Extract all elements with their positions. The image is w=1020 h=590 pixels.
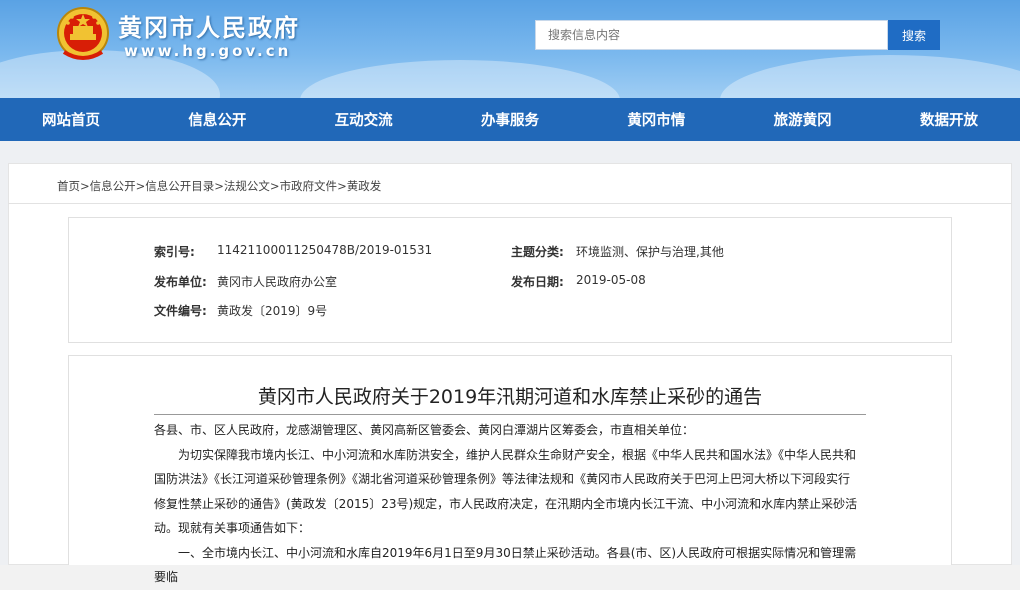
nav-item-open-data[interactable]: 数据开放 xyxy=(920,109,978,130)
article-title: 黄冈市人民政府关于2019年汛期河道和水库禁止采砂的通告 xyxy=(257,386,763,408)
main-nav: 网站首页 信息公开 互动交流 办事服务 黄冈市情 旅游黄冈 数据开放 xyxy=(0,98,1020,141)
index-value: 11421100011250478B/2019-01531 xyxy=(217,243,433,257)
nav-item-info-disclosure[interactable]: 信息公开 xyxy=(188,109,246,130)
site-url: www.hg.gov.cn xyxy=(124,42,292,60)
site-title: 黄冈市人民政府 xyxy=(118,14,300,42)
breadcrumb-regulations[interactable]: 法规公文 xyxy=(224,179,270,193)
article-paragraph: 一、全市境内长江、中小河流和水库自2019年6月1日至9月30日禁止采砂活动。各… xyxy=(154,545,857,585)
article-paragraph: 修复性禁止采砂的通告》(黄政发〔2015〕23号)规定，市人民政府决定，在汛期内… xyxy=(154,496,858,511)
national-emblem-icon xyxy=(57,7,109,60)
nav-item-tourism[interactable]: 旅游黄冈 xyxy=(774,109,832,130)
cloud-decoration xyxy=(300,60,620,98)
search-input[interactable] xyxy=(535,20,888,50)
index-label: 索引号: xyxy=(154,245,195,259)
breadcrumb-catalog[interactable]: 信息公开目录 xyxy=(145,179,214,193)
date-value: 2019-05-08 xyxy=(576,273,646,287)
nav-item-city-info[interactable]: 黄冈市情 xyxy=(627,109,685,130)
nav-item-interaction[interactable]: 互动交流 xyxy=(335,109,393,130)
docno-label: 文件编号: xyxy=(154,304,207,318)
article-paragraph: 为切实保障我市境内长江、中小河流和水库防洪安全，维护人民群众生命财产安全，根据《… xyxy=(178,447,857,462)
publisher-label: 发布单位: xyxy=(154,275,207,289)
category-label: 主题分类: xyxy=(511,245,564,259)
site-header: 黄冈市人民政府 www.hg.gov.cn 搜索 xyxy=(0,0,1020,98)
breadcrumb: 首页>信息公开>信息公开目录>法规公文>市政府文件>黄政发 xyxy=(57,179,382,193)
docno-value: 黄政发〔2019〕9号 xyxy=(217,304,328,318)
breadcrumb-home[interactable]: 首页 xyxy=(57,179,80,193)
title-divider xyxy=(154,414,866,415)
article-salutation: 各县、市、区人民政府，龙感湖管理区、黄冈高新区管委会、黄冈白潭湖片区筹委会，市直… xyxy=(154,423,695,437)
category-value: 环境监测、保护与治理,其他 xyxy=(576,245,724,259)
breadcrumb-info-disclosure[interactable]: 信息公开 xyxy=(90,179,136,193)
article-body: 各县、市、区人民政府，龙感湖管理区、黄冈高新区管委会、黄冈白潭湖片区筹委会，市直… xyxy=(154,418,866,590)
article-paragraph: 动。现就有关事项通告如下： xyxy=(154,521,311,535)
divider xyxy=(8,203,1012,204)
publisher-value: 黄冈市人民政府办公室 xyxy=(217,275,338,289)
nav-item-home[interactable]: 网站首页 xyxy=(42,109,100,130)
search-button[interactable]: 搜索 xyxy=(888,20,940,50)
cloud-decoration xyxy=(720,55,1020,98)
date-label: 发布日期: xyxy=(511,275,564,289)
breadcrumb-gov-docs[interactable]: 市政府文件 xyxy=(280,179,338,193)
nav-item-services[interactable]: 办事服务 xyxy=(481,109,539,130)
article-paragraph: 国防洪法》《长江河道采砂管理条例》《湖北省河道采砂管理条例》等法律法规和《黄冈市… xyxy=(154,472,851,486)
breadcrumb-current[interactable]: 黄政发 xyxy=(347,179,382,193)
